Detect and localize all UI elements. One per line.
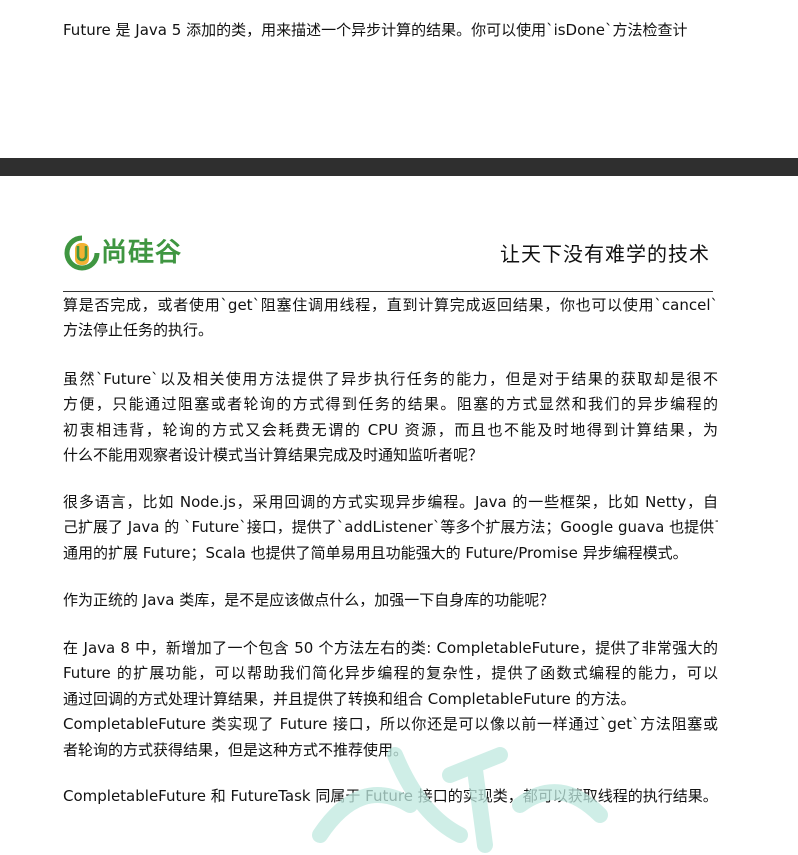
header-rule [63, 291, 713, 292]
text-line: 在 Java 8 中，新增加了一个包含 50 个方法左右的类: Completa… [63, 639, 718, 657]
header-slogan: 让天下没有难学的技术 [500, 242, 710, 266]
text-line: Future 是 Java 5 添加的类，用来描述一个异步计算的结果。你可以使用… [63, 21, 688, 39]
logo: 尚硅谷 [64, 234, 214, 274]
text-line: 方便，只能通过阻塞或者轮询的方式得到任务的结果。阻塞的方式显然和我们的异步编程的 [63, 395, 718, 414]
text-line: 己扩展了 Java 的 `Future`接口，提供了`addListener`等… [63, 518, 718, 537]
paragraph: 虽然`Future`以及相关使用方法提供了异步执行任务的能力，但是对于结果的获取… [63, 367, 718, 469]
paragraph: 很多语言，比如 Node.js，采用回调的方式实现异步编程。Java 的一些框架… [63, 490, 718, 566]
previous-page-text: Future 是 Java 5 添加的类，用来描述一个异步计算的结果。你可以使用… [63, 18, 718, 43]
logo-u-icon [64, 235, 100, 271]
text-line: CompletableFuture 类实现了 Future 接口，所以你还是可以… [63, 715, 718, 734]
text-line: 通过回调的方式处理计算结果，并且提供了转换和组合 CompletableFutu… [63, 689, 636, 708]
page-divider [0, 158, 798, 176]
text-line: 算是否完成，或者使用`get`阻塞住调用线程，直到计算完成返回结果，你也可以使用… [63, 296, 718, 314]
text-line: 者轮询的方式获得结果，但是这种方式不推荐使用。 [63, 740, 409, 759]
paragraph: 在 Java 8 中，新增加了一个包含 50 个方法左右的类: Completa… [63, 636, 718, 763]
text-line: CompletableFuture 和 FutureTask 同属于 Futur… [63, 787, 718, 805]
text-line: 作为正统的 Java 类库，是不是应该做点什么，加强一下自身库的功能呢？ [63, 591, 555, 609]
text-line: 很多语言，比如 Node.js，采用回调的方式实现异步编程。Java 的一些框架… [63, 493, 718, 511]
text-line: 通用的扩展 Future；Scala 也提供了简单易用且功能强大的 Future… [63, 543, 688, 562]
text-line: 初衷相违背，轮询的方式又会耗费无谓的 CPU 资源，而且也不能及时地得到计算结果… [63, 420, 718, 439]
paragraph: 算是否完成，或者使用`get`阻塞住调用线程，直到计算完成返回结果，你也可以使用… [63, 293, 718, 344]
text-line: 什么不能用观察者设计模式当计算结果完成及时通知监听者呢？ [63, 446, 484, 465]
paragraph: 作为正统的 Java 类库，是不是应该做点什么，加强一下自身库的功能呢？ [63, 588, 718, 613]
text-line: 方法停止任务的执行。 [63, 321, 214, 340]
logo-text: 尚硅谷 [101, 238, 183, 268]
text-line: Future 的扩展功能，可以帮助我们简化异步编程的复杂性，提供了函数式编程的能… [63, 664, 718, 683]
text-line: 虽然`Future`以及相关使用方法提供了异步执行任务的能力，但是对于结果的获取… [63, 370, 718, 388]
paragraph: CompletableFuture 和 FutureTask 同属于 Futur… [63, 784, 718, 809]
